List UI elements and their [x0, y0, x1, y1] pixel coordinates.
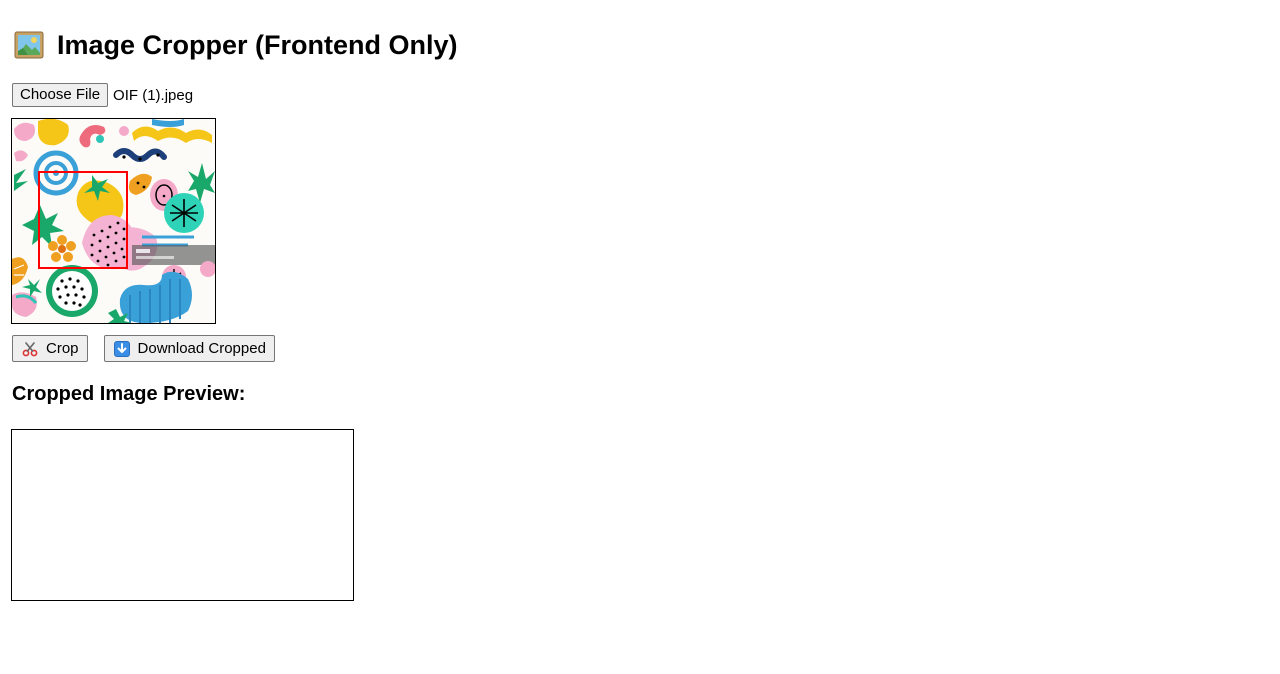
- download-cropped-button[interactable]: Download Cropped: [103, 335, 275, 362]
- abstract-pattern-image: [12, 119, 215, 323]
- action-buttons: Crop Download Cropped: [12, 335, 275, 362]
- preview-heading: Cropped Image Preview:: [12, 383, 246, 405]
- header: Image Cropper (Frontend Only): [14, 28, 458, 62]
- crop-button-label: Crop: [46, 340, 79, 357]
- selected-file-name: OIF (1).jpeg: [113, 86, 194, 104]
- scissors-icon: [22, 341, 38, 357]
- image-canvas[interactable]: [11, 118, 216, 324]
- framed-picture-icon: [14, 31, 44, 59]
- page: Image Cropper (Frontend Only) Choose Fil…: [0, 0, 1280, 674]
- choose-file-button[interactable]: Choose File: [12, 83, 109, 107]
- download-button-label: Download Cropped: [137, 340, 266, 357]
- cropped-preview-canvas: [11, 429, 354, 601]
- down-arrow-icon: [113, 340, 130, 357]
- page-title: Image Cropper (Frontend Only): [57, 29, 458, 60]
- file-input[interactable]: Choose File OIF (1).jpeg: [12, 83, 193, 107]
- crop-button[interactable]: Crop: [12, 335, 88, 362]
